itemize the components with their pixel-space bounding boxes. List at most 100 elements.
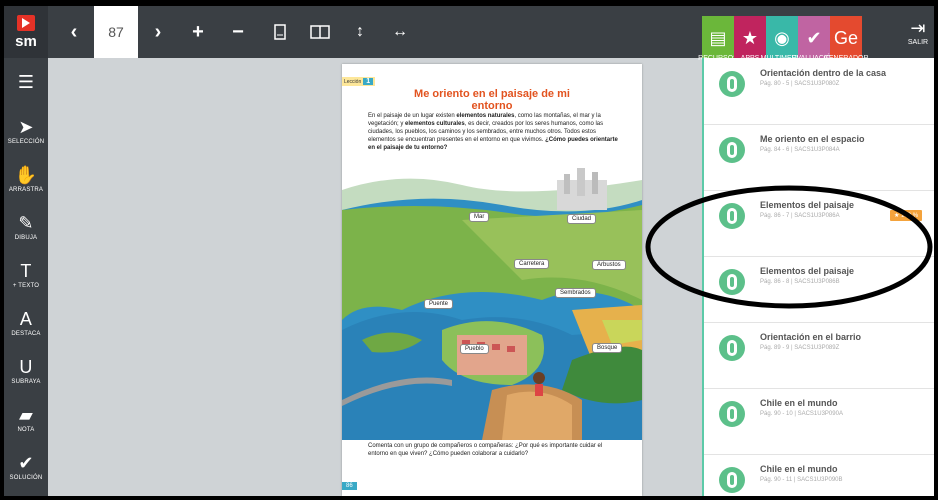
tool-icon: A [19,308,33,329]
logo-text: sm [15,32,37,50]
activity-subtitle: Pág. 86 - 7 | SACS1U3P086A [760,213,840,219]
prev-page-button[interactable]: ‹ [54,6,94,58]
exit-button[interactable]: ⇥ SALIR [902,6,934,58]
tool-icon: ✋ [14,164,38,185]
resource-icon: ▤ [709,27,727,48]
resource-icon: Ge [833,27,858,48]
activity-item[interactable]: Me oriento en el espacio Pág. 84 - 6 | SA… [704,124,934,191]
plus-icon: + [192,20,204,43]
zoom-out-button[interactable]: − [218,6,258,58]
activity-subtitle: Pág. 86 - 8 | SACS1U3P086B [760,279,840,285]
resource-icon: ◉ [774,27,790,48]
activity-subtitle: Pág. 90 - 10 | SACS1U3P090A [760,411,843,417]
tool-icon: U [19,356,33,377]
activity-title: Elementos del paisaje [760,200,855,210]
tool-button-5[interactable]: A DESTACA [4,298,48,346]
tool-button-0[interactable]: ☰ [4,58,48,106]
activity-subtitle: Pág. 84 - 6 | SACS1U3P084A [760,147,840,153]
activity-item[interactable]: Orientación dentro de la casa Pág. 80 - 5… [704,58,934,125]
activity-icon [719,335,745,361]
tool-label: SUBRAYA [11,379,41,385]
activity-item[interactable]: Elementos del paisaje Pág. 86 - 7 | SACS1… [704,190,934,257]
activity-title: Me oriento en el espacio [760,134,865,144]
tool-button-1[interactable]: ➤ SELECCIÓN [4,106,48,154]
activity-subtitle: Pág. 90 - 11 | SACS1U3P090B [760,477,843,483]
double-page-button[interactable] [300,6,340,58]
page-title: Me oriento en el paisaje de mi entorno [414,88,570,112]
book-page: Lección 1 Me oriento en el paisaje de mi … [342,64,642,496]
resource-icon: ✔ [806,27,822,48]
single-page-button[interactable] [260,6,300,58]
tool-icon: ➤ [18,116,34,137]
activity-icon [719,467,745,493]
resource-icon: ★ [741,27,759,48]
app-window: sm ‹ 87 › + − ↕ ↔ ▤RECURSOS★APPS◉MULTIME… [4,6,934,496]
activity-title: Elementos del paisaje [760,266,855,276]
tool-button-7[interactable]: ▰ NOTA [4,394,48,442]
tool-button-2[interactable]: ✋ ARRASTRA [4,154,48,202]
minus-icon: − [232,20,244,43]
tool-label: SELECCIÓN [7,139,45,145]
page-number-input[interactable]: 87 [94,6,138,58]
tool-icon: ✎ [18,212,34,233]
resource-button-0[interactable]: ▤RECURSOS [698,16,738,62]
activity-title: Chile en el mundo [760,398,838,408]
activity-icon [719,401,745,427]
resource-button-4[interactable]: GeGENERADOR [823,16,869,62]
sm-logo-icon [17,14,35,31]
tool-icon: ✔ [18,452,34,473]
activity-title: Orientación en el barrio [760,332,862,342]
page-number: 86 [342,482,357,490]
fit-horizontal-button[interactable]: ↔ [380,6,420,58]
arrows-vertical-icon: ↕ [356,23,364,40]
tool-button-4[interactable]: T + TEXTO [4,250,48,298]
top-toolbar: sm ‹ 87 › + − ↕ ↔ ▤RECURSOS★APPS◉MULTIME… [4,6,934,62]
next-page-button[interactable]: › [138,6,178,58]
tool-label: DIBUJA [14,235,38,241]
activity-item[interactable]: Orientación en el barrio Pág. 89 - 9 | SA… [704,322,934,389]
intro-bold: elementos naturales [456,113,515,119]
exit-label: SALIR [907,39,929,46]
map-label: Ciudad [567,214,597,224]
page-intro-text: En el paisaje de un lugar existen elemen… [368,112,618,152]
left-toolbar: ☰ ➤ SELECCIÓN ✋ ARRASTRA ✎ DIBUJA T + TEXTO A DEST… [4,58,48,496]
tool-button-6[interactable]: U SUBRAYA [4,346,48,394]
activity-item[interactable]: Chile en el mundo Pág. 90 - 10 | SACS1U3P… [704,388,934,455]
activity-item[interactable]: Elementos del paisaje Pág. 86 - 8 | SACS1… [704,256,934,323]
activity-title: Orientación dentro de la casa [760,68,887,78]
zoom-in-button[interactable]: + [178,6,218,58]
tool-label: DESTACA [11,331,41,337]
map-label: Mar [469,212,490,222]
tool-button-3[interactable]: ✎ DIBUJA [4,202,48,250]
single-page-icon [274,24,286,40]
chevron-left-icon: ‹ [70,20,78,43]
lesson-label: Lección [344,79,362,85]
tool-label: + TEXTO [12,283,40,289]
activity-icon [719,203,745,229]
tool-label: ARRASTRA [8,187,44,193]
arrows-horizontal-icon: ↔ [392,23,408,40]
tool-icon: T [20,260,32,281]
map-label: Arbustos [592,260,626,270]
activity-subtitle: Pág. 80 - 5 | SACS1U3P080Z [760,81,840,87]
landscape-illustration [342,160,642,440]
activity-subtitle: Pág. 89 - 9 | SACS1U3P089Z [760,345,840,351]
score-badge: ★ 100 % [890,210,923,221]
sm-logo[interactable]: sm [4,6,48,58]
activity-icon [719,137,745,163]
activity-item[interactable]: Chile en el mundo Pág. 90 - 11 | SACS1U3P… [704,454,934,496]
activity-icon [719,269,745,295]
lesson-number: 1 [363,78,374,85]
tool-label: NOTA [17,427,35,433]
double-page-icon [310,25,330,39]
map-label: Puente [424,299,454,309]
fit-vertical-button[interactable]: ↕ [340,6,380,58]
tool-button-8[interactable]: ✔ SOLUCIÓN [4,442,48,490]
map-label: Pueblo [460,344,489,354]
tool-icon: ☰ [17,71,35,92]
exit-icon: ⇥ [910,18,926,38]
tool-label: SOLUCIÓN [9,475,43,481]
activity-title: Chile en el mundo [760,464,838,474]
chevron-right-icon: › [154,20,162,43]
page-footer-text: Comenta con un grupo de compañeros o com… [368,443,603,457]
